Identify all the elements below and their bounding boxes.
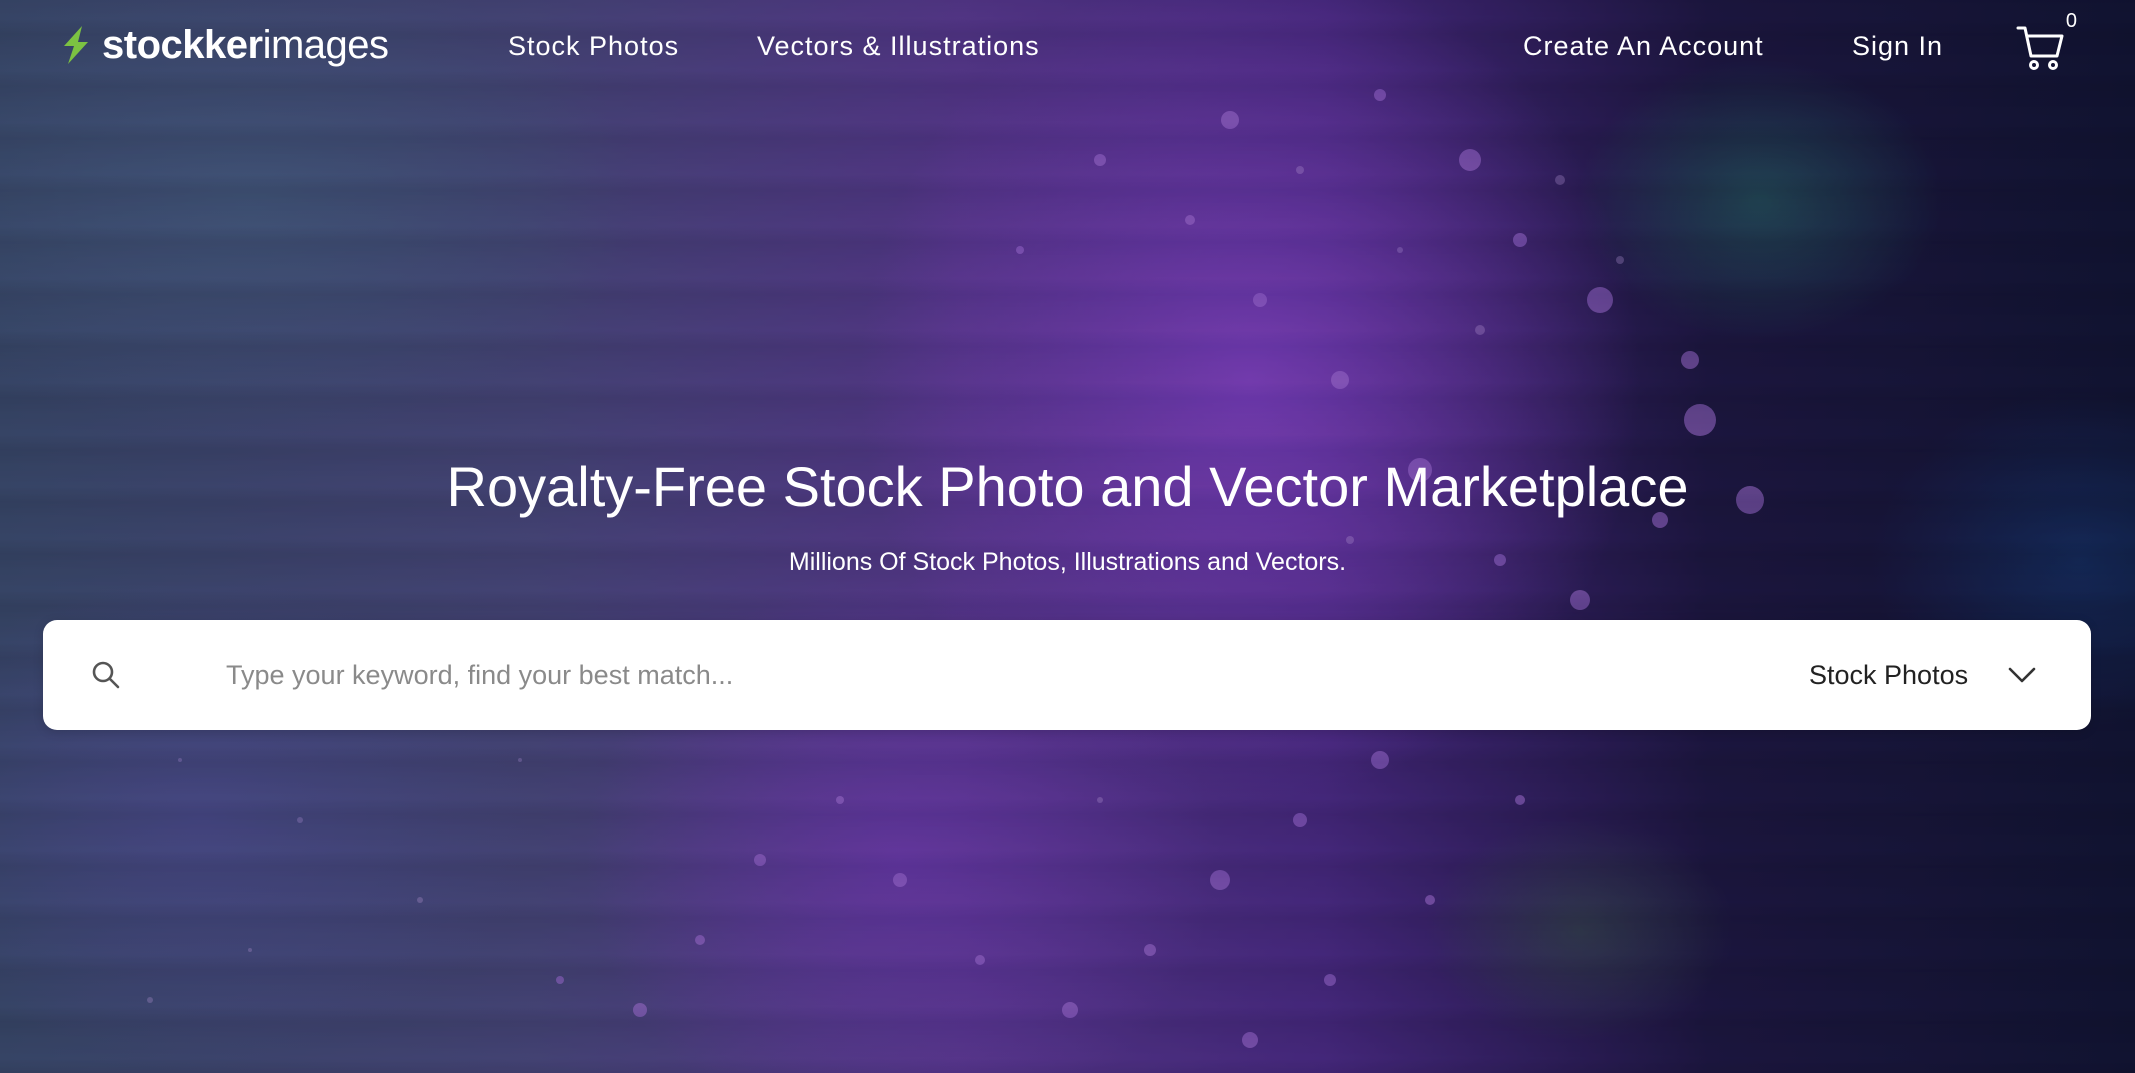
- cart-icon: [2016, 26, 2064, 70]
- top-navigation: stockkerimages Stock Photos Vectors & Il…: [0, 0, 2135, 94]
- site-logo[interactable]: stockkerimages: [58, 22, 389, 68]
- search-input[interactable]: [226, 646, 1726, 704]
- cart-count-badge: 0: [2065, 10, 2077, 32]
- logo-mark-icon: [64, 26, 88, 64]
- logo-wordmark-bold: stockker: [102, 23, 263, 67]
- chevron-down-icon: [2008, 667, 2036, 683]
- page: stockkerimages Stock Photos Vectors & Il…: [0, 0, 2135, 1073]
- cart-button[interactable]: 0: [2015, 10, 2077, 76]
- sign-in-link[interactable]: Sign In: [1852, 28, 1943, 64]
- nav-stock-photos[interactable]: Stock Photos: [508, 28, 679, 64]
- create-account-link[interactable]: Create An Account: [1523, 28, 1764, 64]
- logo-wordmark-light: images: [262, 23, 389, 67]
- hero-overlay: [0, 0, 2135, 1073]
- hero-title: Royalty-Free Stock Photo and Vector Mark…: [446, 455, 1689, 518]
- nav-vectors-illustrations[interactable]: Vectors & Illustrations: [757, 28, 1040, 64]
- logo-wordmark: stockkerimages: [102, 22, 389, 68]
- search-bar: Stock Photos: [43, 620, 2091, 730]
- category-dropdown[interactable]: Stock Photos: [1809, 650, 2036, 700]
- hero-subtitle: Millions Of Stock Photos, Illustrations …: [788, 548, 1347, 576]
- search-icon[interactable]: [91, 660, 121, 690]
- category-selected-label: Stock Photos: [1809, 659, 1969, 690]
